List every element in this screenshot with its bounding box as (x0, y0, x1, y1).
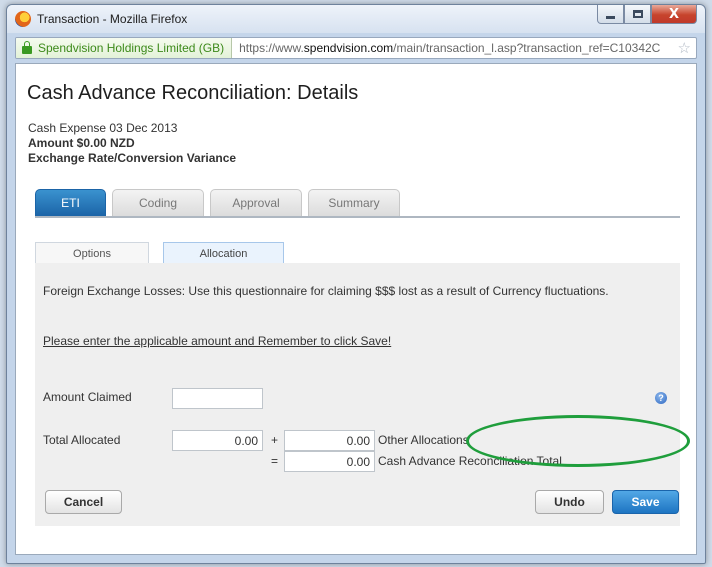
maximize-button[interactable] (624, 5, 651, 24)
total-allocated-label: Total Allocated (43, 433, 121, 447)
window-title: Transaction - Mozilla Firefox (37, 12, 188, 26)
bookmark-star-icon[interactable]: ☆ (673, 39, 696, 57)
other-allocations-field (284, 430, 375, 451)
lock-icon (22, 40, 32, 54)
main-tabs: ETI Coding Approval Summary (35, 189, 406, 216)
url-prefix: https://www. (239, 41, 304, 55)
allocation-panel: Foreign Exchange Losses: Use this questi… (35, 263, 680, 526)
reconciliation-total-field (284, 451, 375, 472)
variance-line: Exchange Rate/Conversion Variance (28, 151, 237, 165)
tab-approval[interactable]: Approval (210, 189, 302, 216)
save-button[interactable]: Save (612, 490, 679, 514)
tab-coding[interactable]: Coding (112, 189, 204, 216)
firefox-icon (15, 11, 31, 27)
expense-line: Cash Expense 03 Dec 2013 (28, 121, 178, 135)
close-button[interactable]: X (651, 5, 697, 24)
total-allocated-field (172, 430, 263, 451)
page-title: Cash Advance Reconciliation: Details (27, 82, 359, 104)
sub-tabs: Options Allocation (35, 242, 298, 264)
highlight-annotation (466, 415, 690, 467)
amount-claimed-label: Amount Claimed (43, 390, 132, 404)
cancel-button[interactable]: Cancel (45, 490, 122, 514)
window-controls: X (597, 5, 697, 25)
address-bar[interactable]: Spendvision Holdings Limited (GB) https:… (15, 37, 697, 59)
minimize-button[interactable] (597, 5, 624, 24)
page-content: Cash Advance Reconciliation: Details Cas… (15, 63, 697, 555)
browser-window: Transaction - Mozilla Firefox X Spendvis… (6, 4, 706, 564)
minimize-icon (606, 15, 615, 19)
url-path: /main/transaction_l.asp?transaction_ref=… (393, 41, 661, 55)
subtab-allocation[interactable]: Allocation (163, 242, 284, 264)
tabs-divider (35, 216, 680, 218)
help-icon[interactable]: ? (655, 392, 667, 404)
site-identity[interactable]: Spendvision Holdings Limited (GB) (16, 38, 233, 58)
site-identity-label: Spendvision Holdings Limited (GB) (38, 41, 225, 55)
amount-line: Amount $0.00 NZD (28, 136, 135, 150)
url-text[interactable]: https://www.spendvision.com/main/transac… (232, 41, 672, 55)
url-domain: spendvision.com (303, 41, 394, 55)
transaction-summary: Cash Expense 03 Dec 2013 Amount $0.00 NZ… (28, 121, 236, 166)
other-allocations-label: Other Allocations (378, 433, 469, 447)
info-text: Foreign Exchange Losses: Use this questi… (43, 284, 609, 298)
equals-sign: = (271, 454, 279, 468)
tab-eti[interactable]: ETI (35, 189, 106, 216)
title-bar[interactable]: Transaction - Mozilla Firefox X (7, 5, 705, 33)
undo-button[interactable]: Undo (535, 490, 604, 514)
instruction-text: Please enter the applicable amount and R… (43, 334, 392, 348)
maximize-icon (632, 10, 643, 18)
subtab-options[interactable]: Options (35, 242, 149, 264)
plus-sign: + (271, 433, 279, 447)
tab-summary[interactable]: Summary (308, 189, 400, 216)
amount-claimed-input[interactable] (172, 388, 263, 409)
